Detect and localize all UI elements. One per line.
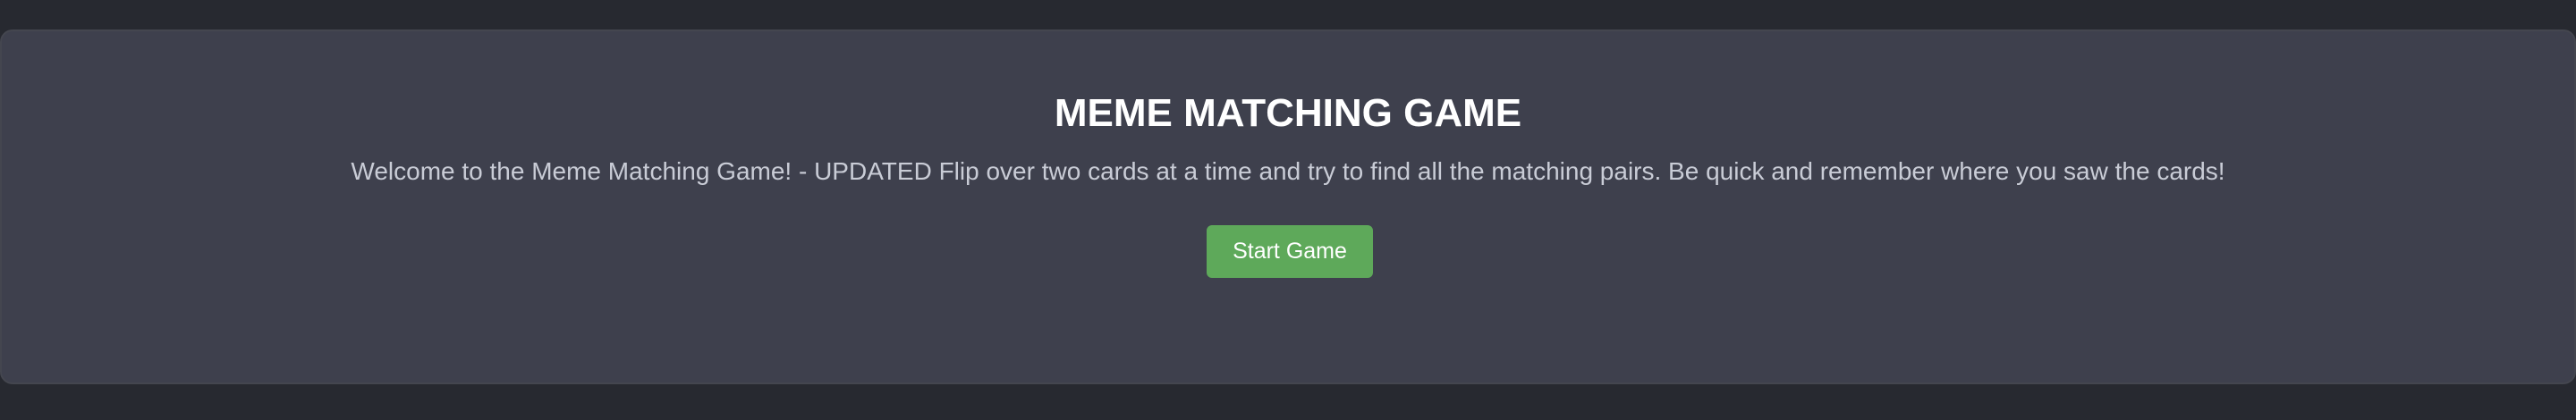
- game-title: MEME MATCHING GAME: [1054, 91, 1522, 135]
- start-game-button[interactable]: Start Game: [1207, 225, 1373, 278]
- game-description: Welcome to the Meme Matching Game! - UPD…: [351, 157, 2225, 185]
- start-screen-panel: MEME MATCHING GAME Welcome to the Meme M…: [0, 29, 2576, 384]
